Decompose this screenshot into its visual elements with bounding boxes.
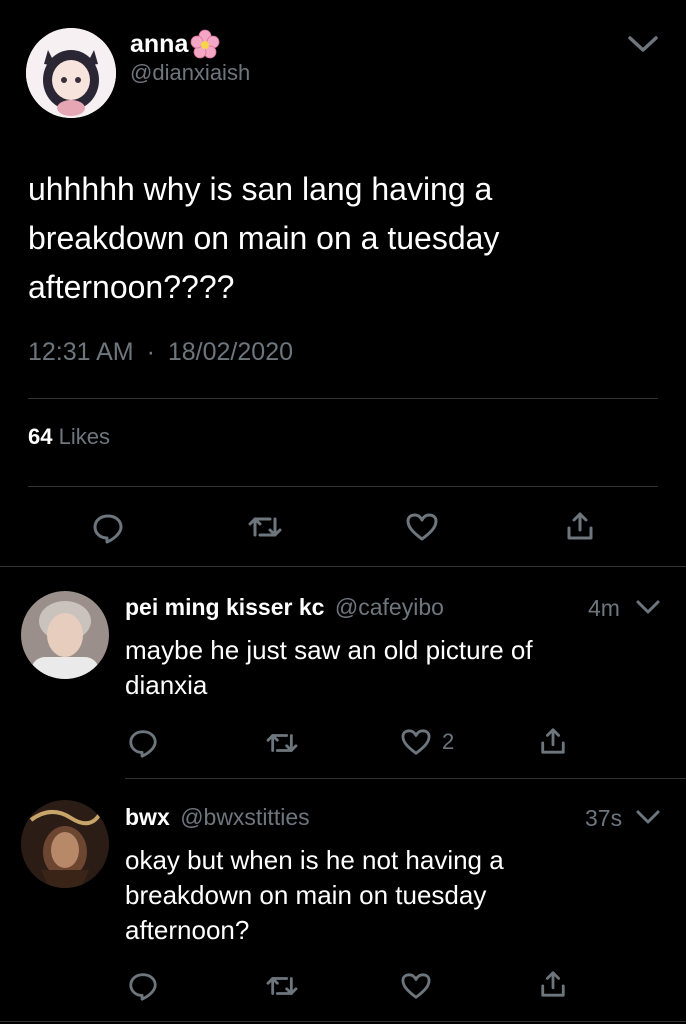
reply-icon[interactable]	[127, 727, 159, 759]
likes-label: Likes	[58, 424, 110, 449]
reply-time: 4m	[588, 595, 620, 621]
divider	[0, 1021, 686, 1022]
timestamp-separator: ·	[146, 338, 155, 366]
reply-text-line: maybe he just saw an old picture of	[125, 635, 533, 665]
reply-text-line: okay but when is he not having a	[125, 845, 504, 875]
cherry-blossom-icon	[189, 28, 221, 60]
heart-icon[interactable]	[400, 972, 432, 1000]
tweet-time: 12:31 AM	[28, 338, 134, 366]
avatar-photo	[21, 591, 109, 679]
like-action[interactable]: 2	[400, 728, 454, 756]
heart-icon[interactable]	[400, 728, 432, 756]
divider	[28, 398, 658, 399]
reply-text: maybe he just saw an old picture of dian…	[125, 633, 533, 703]
reply-text-line: afternoon?	[125, 915, 250, 945]
reply-display-name[interactable]: bwx	[125, 804, 170, 830]
user-handle[interactable]: @dianxiaish	[130, 60, 250, 86]
chevron-down-icon[interactable]	[633, 596, 663, 618]
share-icon[interactable]	[539, 726, 567, 756]
tweet-timestamp[interactable]: 12:31 AM · 18/02/2020	[28, 338, 293, 367]
reply-handle[interactable]: @cafeyibo	[335, 594, 444, 620]
reply-text-line: dianxia	[125, 670, 208, 700]
chevron-down-icon[interactable]	[624, 32, 662, 56]
likes-count: 64	[28, 424, 53, 449]
reply-handle[interactable]: @bwxstitties	[180, 804, 309, 830]
tweet-text: uhhhhh why is san lang having a breakdow…	[28, 165, 499, 312]
reply-time: 37s	[585, 805, 623, 831]
tweet-date: 18/02/2020	[167, 338, 293, 366]
tweet-text-line: uhhhhh why is san lang having a	[28, 171, 493, 207]
share-icon[interactable]	[565, 510, 595, 542]
like-count: 2	[442, 729, 455, 754]
tweet-text-line: afternoon????	[28, 269, 235, 305]
avatar-cafeyibo[interactable]	[21, 591, 109, 679]
avatar-anna[interactable]	[26, 28, 116, 118]
reply-text: okay but when is he not having a breakdo…	[125, 843, 504, 948]
section-divider	[0, 566, 686, 567]
share-icon[interactable]	[539, 969, 567, 999]
retweet-icon[interactable]	[264, 729, 300, 757]
chevron-down-icon[interactable]	[633, 806, 663, 828]
display-name[interactable]: anna	[130, 30, 188, 59]
reply-display-name[interactable]: pei ming kisser kc	[125, 594, 324, 620]
reply-icon[interactable]	[127, 970, 159, 1002]
heart-icon[interactable]	[405, 512, 439, 542]
retweet-icon[interactable]	[264, 972, 300, 1000]
avatar-illustration	[26, 28, 116, 118]
divider	[28, 486, 658, 487]
retweet-icon[interactable]	[246, 512, 284, 542]
avatar-artwork	[21, 800, 109, 888]
likes-stat[interactable]: 64 Likes	[28, 424, 110, 450]
avatar-bwxstitties[interactable]	[21, 800, 109, 888]
reply-text-line: breakdown on main on tuesday	[125, 880, 487, 910]
tweet-text-line: breakdown on main on a tuesday	[28, 220, 500, 256]
reply-icon[interactable]	[91, 511, 125, 545]
divider	[125, 778, 686, 779]
